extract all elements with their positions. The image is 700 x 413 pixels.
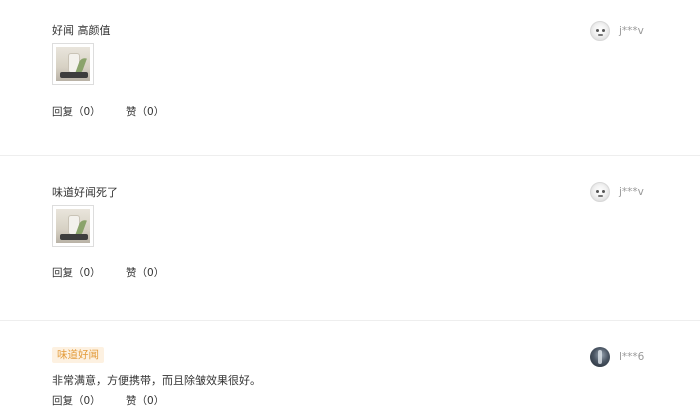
review-photo-thumbnail[interactable]: [52, 43, 94, 85]
username: l***6: [619, 351, 645, 363]
review-text: 味道好闻死了: [52, 186, 118, 199]
review-user: j***v: [590, 21, 660, 41]
reply-button[interactable]: 回复（0）: [52, 393, 101, 408]
review-actions: 回复（0） 赞（0）: [52, 393, 164, 408]
product-photo-icon: [56, 47, 90, 81]
review-tag: 味道好闻: [52, 347, 104, 363]
review-text: 好闻 高颜值: [52, 24, 111, 37]
review-actions: 回复（0） 赞（0）: [52, 265, 164, 280]
reply-button[interactable]: 回复（0）: [52, 104, 101, 119]
reply-button[interactable]: 回复（0）: [52, 265, 101, 280]
username: j***v: [619, 186, 644, 198]
review-user: l***6: [590, 347, 660, 367]
user-avatar-icon: [590, 21, 610, 41]
review-user: j***v: [590, 182, 660, 202]
like-button[interactable]: 赞（0）: [126, 393, 164, 408]
review-actions: 回复（0） 赞（0）: [52, 104, 164, 119]
like-button[interactable]: 赞（0）: [126, 265, 164, 280]
review-item: 味道好闻 非常满意，方便携带，而且除皱效果很好。 回复（0） 赞（0） l***…: [0, 321, 700, 413]
review-text: 非常满意，方便携带，而且除皱效果很好。: [52, 374, 261, 387]
review-photo-thumbnail[interactable]: [52, 205, 94, 247]
like-button[interactable]: 赞（0）: [126, 104, 164, 119]
product-photo-icon: [56, 209, 90, 243]
username: j***v: [619, 25, 644, 37]
review-item: 味道好闻死了 回复（0） 赞（0） j***v: [0, 156, 700, 321]
user-avatar-icon: [590, 182, 610, 202]
user-avatar-icon: [590, 347, 610, 367]
review-item: 好闻 高颜值 回复（0） 赞（0） j***v: [0, 0, 700, 156]
